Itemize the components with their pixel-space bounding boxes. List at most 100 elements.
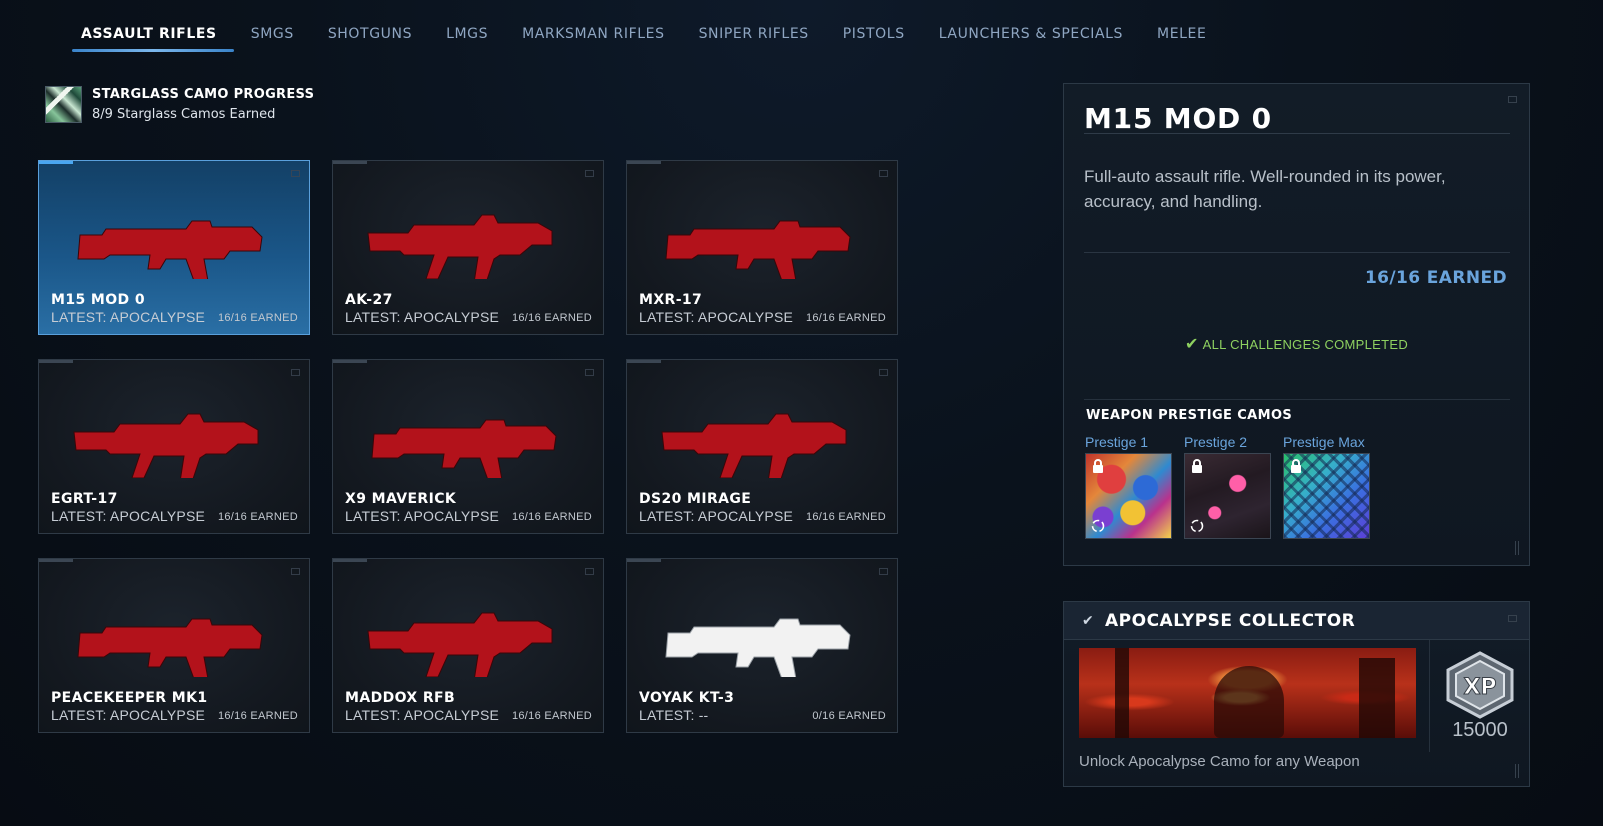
- lock-icon: [1291, 459, 1301, 473]
- weapon-latest-camo: LATEST: APOCALYPSE: [345, 707, 500, 723]
- card-indicator: [39, 161, 73, 164]
- card-indicator: [627, 360, 661, 363]
- weapon-earned-count: 16/16 EARNED: [511, 511, 592, 523]
- divider: [1084, 252, 1510, 253]
- rifle-icon: [371, 419, 557, 478]
- artwork-silhouette: [1115, 648, 1129, 738]
- weapon-earned-count: 16/16 EARNED: [217, 312, 298, 324]
- weapon-card-ds20-mirage[interactable]: DS20 MIRAGE LATEST: APOCALYPSE 16/16 EAR…: [626, 359, 898, 534]
- rifle-icon: [367, 214, 553, 279]
- card-indicator: [333, 559, 367, 562]
- challenge-title: APOCALYPSE COLLECTOR: [1105, 611, 1356, 631]
- weapon-grid: M15 MOD 0 LATEST: APOCALYPSE 16/16 EARNE…: [38, 160, 898, 733]
- card-corner-icon: [879, 170, 888, 177]
- divider: [1084, 133, 1510, 134]
- apocalypse-camo-artwork: [1079, 648, 1416, 738]
- progress-title: STARGLASS CAMO PROGRESS: [92, 87, 315, 102]
- starglass-progress: STARGLASS CAMO PROGRESS 8/9 Starglass Ca…: [45, 86, 314, 123]
- challenges-status: ✔ ALL CHALLENGES COMPLETED: [1064, 334, 1529, 354]
- weapon-category-tabs: ASSAULT RIFLES SMGS SHOTGUNS LMGS MARKSM…: [72, 22, 1223, 52]
- weapon-name: PEACEKEEPER MK1: [51, 690, 208, 706]
- xp-badge-label: XP: [1463, 675, 1496, 700]
- checkmark-icon: ✔: [1082, 612, 1094, 628]
- rifle-icon: [367, 612, 553, 677]
- weapon-name: EGRT-17: [51, 491, 118, 507]
- weapon-name: AK-27: [345, 292, 393, 308]
- tab-marksman-rifles[interactable]: MARKSMAN RIFLES: [505, 22, 681, 52]
- prestige-cycle-icon: [1190, 519, 1204, 533]
- weapon-card-mxr-17[interactable]: MXR-17 LATEST: APOCALYPSE 16/16 EARNED: [626, 160, 898, 335]
- weapon-card-ak-27[interactable]: AK-27 LATEST: APOCALYPSE 16/16 EARNED: [332, 160, 604, 335]
- card-corner-icon: [879, 568, 888, 575]
- panel-resize-icon: [1515, 541, 1519, 555]
- weapon-earned-count: 16/16 EARNED: [217, 511, 298, 523]
- divider: [1084, 399, 1510, 400]
- detail-weapon-title: M15 MOD 0: [1084, 102, 1272, 135]
- weapon-name: MXR-17: [639, 292, 703, 308]
- card-corner-icon: [291, 568, 300, 575]
- weapon-card-egrt-17[interactable]: EGRT-17 LATEST: APOCALYPSE 16/16 EARNED: [38, 359, 310, 534]
- weapon-latest-camo: LATEST: APOCALYPSE: [51, 707, 206, 723]
- weapon-card-maddox-rfb[interactable]: MADDOX RFB LATEST: APOCALYPSE 16/16 EARN…: [332, 558, 604, 733]
- prestige-camo-2[interactable]: Prestige 2: [1184, 434, 1271, 539]
- xp-badge-icon: XP: [1446, 651, 1514, 719]
- weapon-earned-count: 16/16 EARNED: [805, 511, 886, 523]
- prestige-camo-1[interactable]: Prestige 1: [1085, 434, 1172, 539]
- camo-swatch: [1085, 453, 1172, 539]
- artwork-figure: [1214, 666, 1284, 738]
- weapon-earned-count: 0/16 EARNED: [812, 710, 886, 722]
- tab-shotguns[interactable]: SHOTGUNS: [311, 22, 429, 52]
- rifle-icon: [73, 413, 259, 478]
- weapon-card-voyak-kt-3[interactable]: VOYAK KT-3 LATEST: -- 0/16 EARNED: [626, 558, 898, 733]
- challenges-status-label: ALL CHALLENGES COMPLETED: [1202, 337, 1409, 352]
- weapon-card-peacekeeper-mk1[interactable]: PEACEKEEPER MK1 LATEST: APOCALYPSE 16/16…: [38, 558, 310, 733]
- camo-swatch: [1184, 453, 1271, 539]
- tab-launchers-specials[interactable]: LAUNCHERS & SPECIALS: [922, 22, 1140, 52]
- weapon-latest-camo: LATEST: APOCALYPSE: [639, 309, 794, 325]
- weapon-latest-camo: LATEST: APOCALYPSE: [345, 508, 500, 524]
- prestige-camos-title: WEAPON PRESTIGE CAMOS: [1086, 408, 1293, 423]
- card-indicator: [333, 161, 367, 164]
- tab-smgs[interactable]: SMGS: [234, 22, 311, 52]
- weapon-name: X9 MAVERICK: [345, 491, 457, 507]
- weapon-name: DS20 MIRAGE: [639, 491, 752, 507]
- tab-lmgs[interactable]: LMGS: [429, 22, 505, 52]
- detail-description: Full-auto assault rifle. Well-rounded in…: [1084, 167, 1446, 211]
- card-corner-icon: [585, 369, 594, 376]
- prestige-camo-label: Prestige 2: [1184, 434, 1248, 450]
- prestige-camo-label: Prestige Max: [1283, 434, 1365, 450]
- progress-subtitle: 8/9 Starglass Camos Earned: [92, 107, 276, 122]
- card-corner-icon: [879, 369, 888, 376]
- card-corner-icon: [585, 170, 594, 177]
- tab-pistols[interactable]: PISTOLS: [826, 22, 922, 52]
- rifle-icon: [665, 220, 851, 279]
- challenge-header: ✔ APOCALYPSE COLLECTOR: [1064, 602, 1529, 640]
- weapon-name: VOYAK KT-3: [639, 690, 735, 706]
- tab-melee[interactable]: MELEE: [1140, 22, 1223, 52]
- prestige-camo-max[interactable]: Prestige Max: [1283, 434, 1370, 539]
- weapon-earned-count: 16/16 EARNED: [511, 312, 592, 324]
- panel-resize-icon: [1515, 764, 1519, 778]
- weapon-latest-camo: LATEST: --: [639, 707, 709, 723]
- challenge-panel[interactable]: ✔ APOCALYPSE COLLECTOR XP 15000 Unlock A…: [1063, 601, 1530, 787]
- camo-swatch: [1283, 453, 1370, 539]
- card-indicator: [333, 360, 367, 363]
- weapon-name: M15 MOD 0: [51, 292, 145, 308]
- challenge-description: Unlock Apocalypse Camo for any Weapon: [1079, 753, 1360, 770]
- card-corner-icon: [291, 170, 300, 177]
- weapon-latest-camo: LATEST: APOCALYPSE: [51, 508, 206, 524]
- weapon-detail-panel: M15 MOD 0 Full-auto assault rifle. Well-…: [1063, 83, 1530, 566]
- tab-assault-rifles[interactable]: ASSAULT RIFLES: [72, 22, 234, 52]
- weapon-latest-camo: LATEST: APOCALYPSE: [51, 309, 206, 325]
- lock-icon: [1093, 459, 1103, 473]
- weapon-card-m15-mod-0[interactable]: M15 MOD 0 LATEST: APOCALYPSE 16/16 EARNE…: [38, 160, 310, 335]
- prestige-cycle-icon: [1091, 519, 1105, 533]
- card-corner-icon: [585, 568, 594, 575]
- panel-corner-icon: [1508, 96, 1517, 103]
- tab-sniper-rifles[interactable]: SNIPER RIFLES: [682, 22, 826, 52]
- checkmark-icon: ✔: [1184, 336, 1199, 353]
- rifle-icon: [661, 413, 847, 478]
- weapon-card-x9-maverick[interactable]: X9 MAVERICK LATEST: APOCALYPSE 16/16 EAR…: [332, 359, 604, 534]
- rifle-icon: [665, 618, 851, 677]
- card-corner-icon: [291, 369, 300, 376]
